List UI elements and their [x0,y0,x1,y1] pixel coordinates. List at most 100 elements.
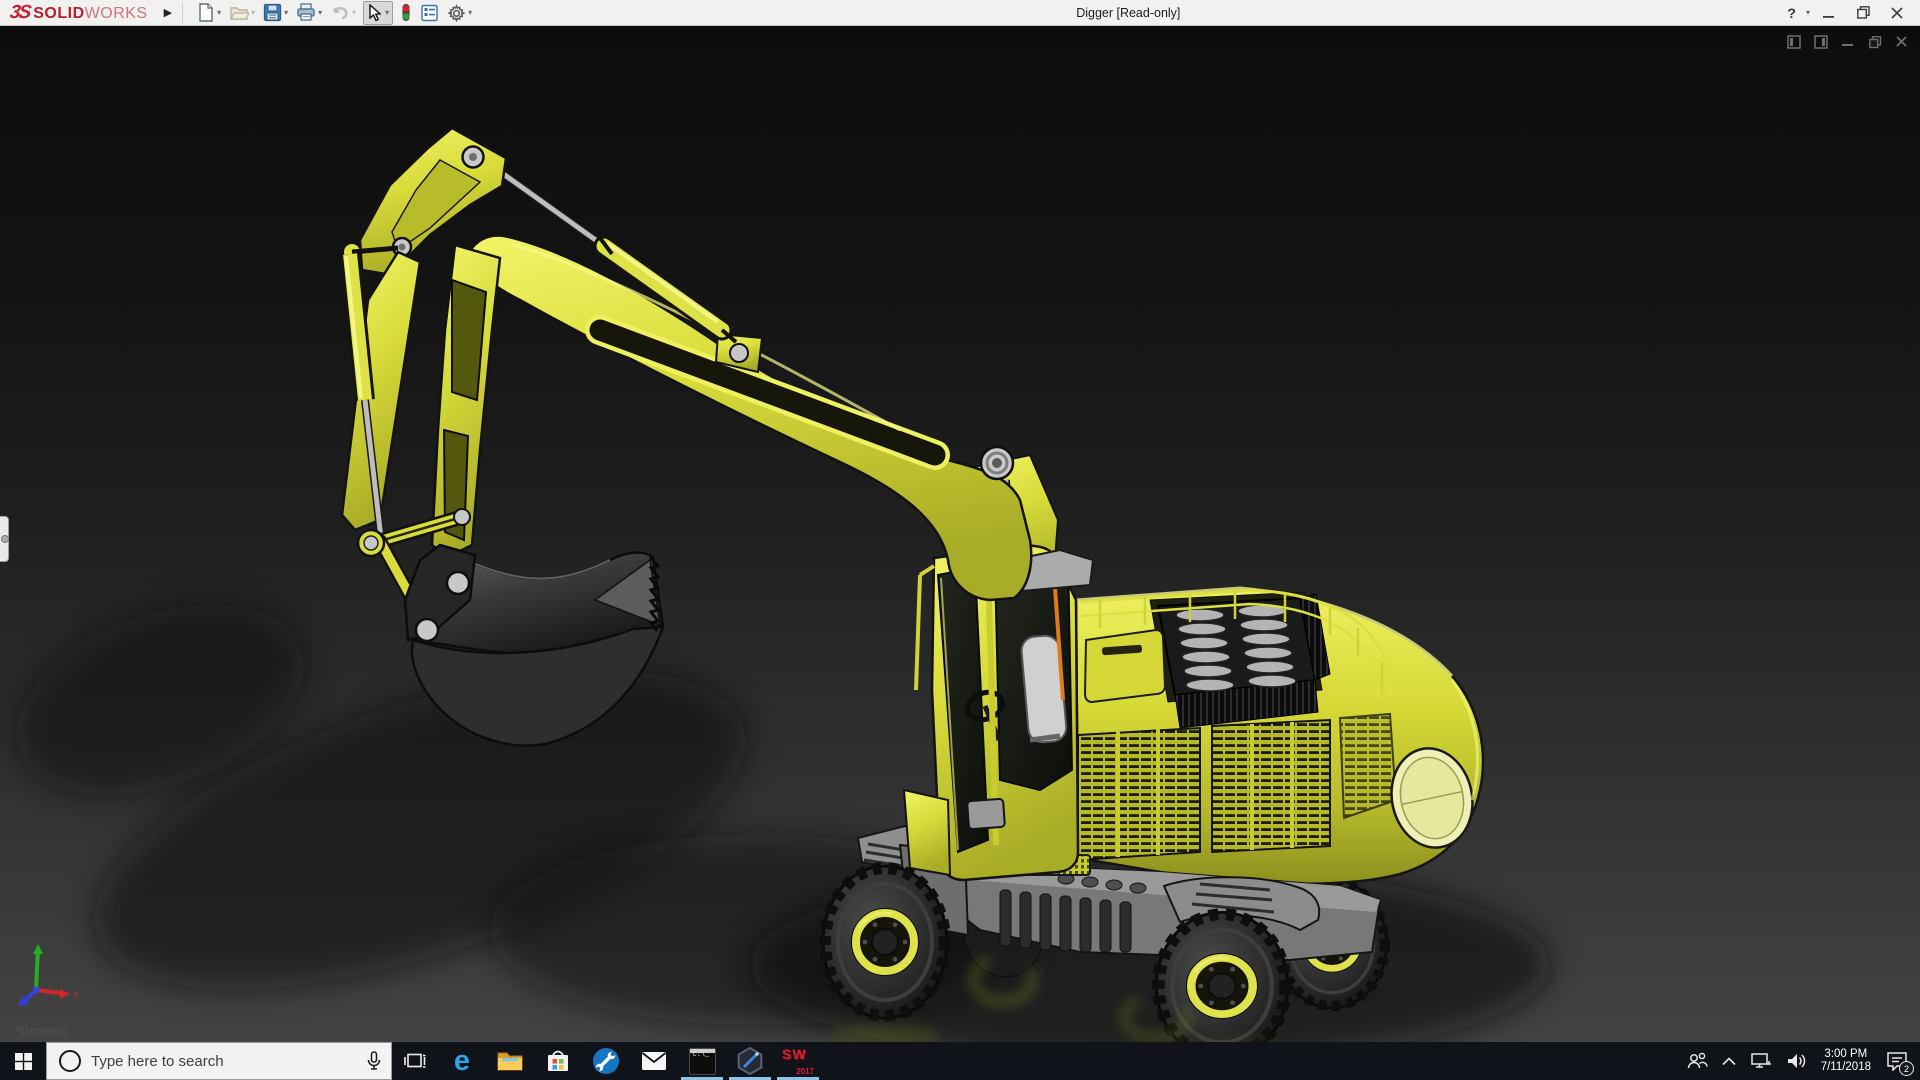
orientation-triad: x [18,944,79,1006]
file-properties-button[interactable] [419,3,440,23]
axis-x-label: x [74,989,79,1000]
feature-manager-flyout-tab[interactable] [0,516,9,562]
volume-button[interactable] [1779,1042,1813,1080]
options-gear-icon [447,4,466,22]
wheel-rear-right[interactable] [1156,912,1287,1042]
excavator-3d-model[interactable]: x [0,26,1920,1042]
action-center-button[interactable]: 2 [1879,1042,1915,1080]
document-window-icon[interactable] [1786,34,1802,50]
network-icon [1750,1053,1771,1068]
cmd-prompt-text: C:\_ [692,1050,710,1059]
new-document-button[interactable]: ▾ [195,2,222,23]
undo-icon [333,6,348,19]
restore-button[interactable] [1848,2,1878,24]
print-icon [297,3,315,21]
taskbar-app-cmd[interactable]: C:\_ [678,1042,726,1080]
taskbar-app-file-explorer[interactable] [486,1042,534,1080]
taskbar-app-support[interactable] [582,1042,630,1080]
options-dropdown-caret[interactable]: ▾ [468,8,472,17]
start-button[interactable] [0,1042,46,1080]
close-button[interactable] [1882,2,1912,24]
taskbar-app-viewer[interactable] [726,1042,774,1080]
sw-icon-year: 2017 [796,1067,814,1076]
brand-text-works: WORKS [84,4,148,22]
grille-rear [1211,718,1331,854]
open-icon [230,7,250,20]
boom-arm-assembly[interactable] [340,126,1033,747]
save-dropdown-caret[interactable]: ▾ [284,8,288,17]
document-window-icon-2[interactable] [1813,34,1829,50]
undo-dropdown-caret[interactable]: ▾ [352,8,356,17]
document-title: Digger [Read-only] [1076,5,1181,20]
taskbar-app-solidworks[interactable]: SW 2017 [774,1042,822,1080]
print-dropdown-caret[interactable]: ▾ [318,8,322,17]
open-button[interactable]: ▾ [228,2,256,23]
solidworks-logo: 3S SOLID WORKS [0,2,148,24]
grille-front [1077,726,1201,862]
open-dropdown-caret[interactable]: ▾ [251,8,255,17]
select-tool-button[interactable]: ▾ [363,0,394,25]
hood-panel [1083,628,1167,704]
view-orientation-label: *Dimetric [16,1024,69,1038]
door-panel-patch [966,798,1006,830]
close-icon [1891,6,1903,19]
file-explorer-icon [497,1052,523,1071]
network-button[interactable] [1743,1042,1779,1080]
taskbar-search[interactable] [46,1042,392,1080]
document-window-controls [1786,34,1910,50]
undo-button[interactable]: ▾ [329,3,357,23]
restore-icon [1856,6,1870,19]
child-minimize-button[interactable] [1840,34,1856,50]
microphone-icon[interactable] [367,1051,381,1071]
wheel-front-left[interactable] [823,866,947,1018]
new-dropdown-caret[interactable]: ▾ [217,8,221,17]
taskbar-app-mail[interactable] [630,1042,678,1080]
handrail [914,574,922,691]
minimize-button[interactable] [1814,2,1844,24]
excavator-body[interactable] [1074,586,1485,885]
task-view-icon [404,1053,426,1068]
clock[interactable]: 3:00 PM 7/11/2018 [1813,1042,1879,1080]
windows-logo-icon [14,1052,32,1070]
window-controls: ? ▾ [1783,2,1920,24]
speaker-icon [1787,1054,1805,1068]
solidworks-2017-icon: SW 2017 [782,1046,814,1076]
save-icon [263,3,282,22]
save-button[interactable]: ▾ [262,2,289,23]
minimize-icon [1823,15,1834,18]
rebuild-button[interactable] [399,2,413,23]
viewport-3d-canvas[interactable]: x *Dimetric [0,26,1920,1042]
toolbar-separator [182,2,184,23]
options-button[interactable]: ▾ [446,2,473,23]
file-properties-icon [421,4,438,21]
solidworks-logo-mark-icon: 3S [8,1,31,23]
task-view-button[interactable] [392,1042,438,1080]
rebuild-traffic-light-icon [402,4,410,21]
cortana-icon [59,1050,81,1072]
command-prompt-icon: C:\_ [688,1047,716,1075]
desktop: 3S SOLID WORKS ▶ ▾ ▾ ▾ ▾ ▾ ▾ ▾ Digger [R… [0,0,1920,1080]
tray-time: 3:00 PM [1824,1048,1868,1060]
help-dropdown-caret[interactable]: ▾ [1806,8,1810,17]
menu-flyout-arrow-icon[interactable]: ▶ [158,4,178,21]
search-input[interactable] [91,1052,357,1070]
select-cursor-icon [369,3,382,21]
tray-date: 7/11/2018 [1820,1061,1871,1073]
print-button[interactable]: ▾ [295,2,323,23]
people-icon [1687,1052,1708,1069]
taskbar: e [0,1042,1920,1080]
taskbar-app-store[interactable] [534,1042,582,1080]
store-icon [548,1050,568,1071]
edge-icon: e [453,1044,471,1077]
engine-block [1156,593,1331,729]
child-close-button[interactable] [1894,34,1910,50]
people-button[interactable] [1679,1042,1715,1080]
chevron-up-icon [1722,1056,1736,1065]
taskbar-app-edge[interactable]: e [438,1042,486,1080]
help-button[interactable]: ? [1783,5,1800,21]
wrench-circle-icon [593,1048,619,1074]
select-dropdown-caret[interactable]: ▾ [385,8,389,17]
child-restore-button[interactable] [1867,34,1883,50]
system-tray: 3:00 PM 7/11/2018 2 [1679,1042,1920,1080]
tray-overflow-button[interactable] [1715,1042,1743,1080]
